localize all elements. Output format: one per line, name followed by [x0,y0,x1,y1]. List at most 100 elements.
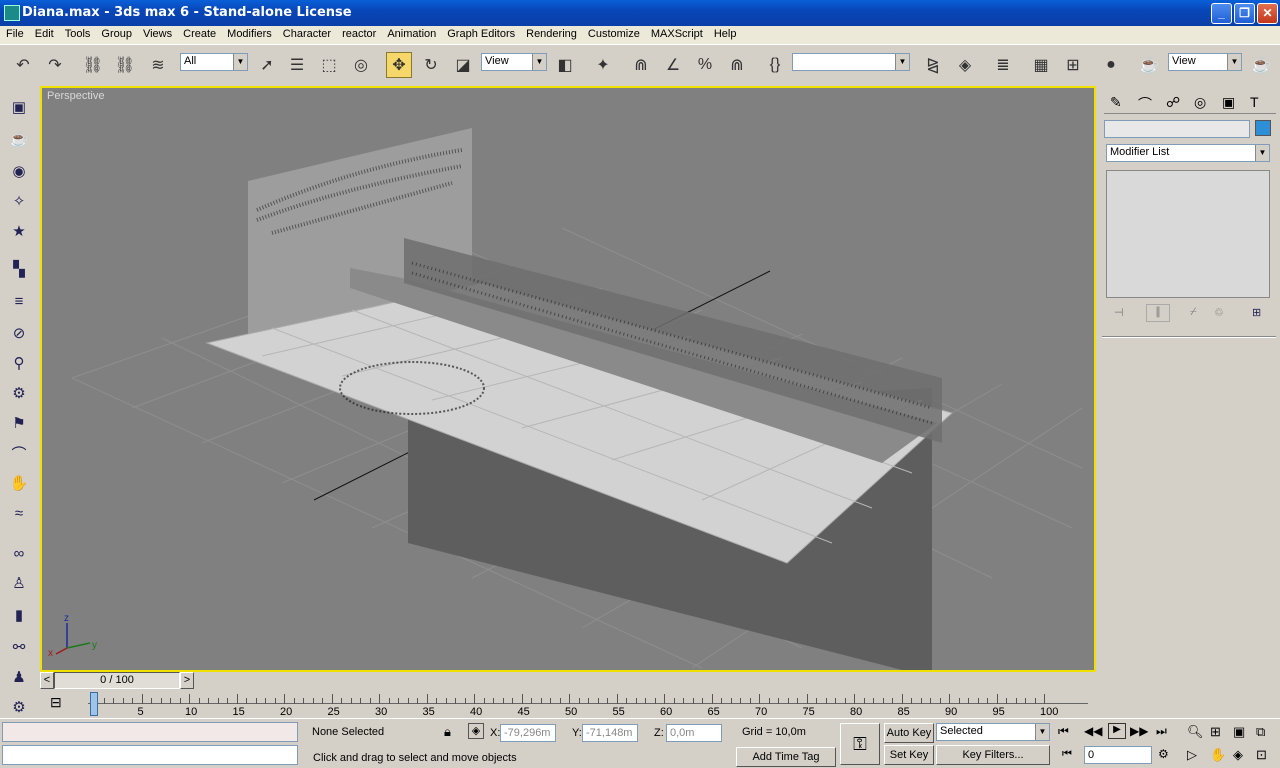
time-slider-thumb[interactable]: 0 / 100 [54,672,180,689]
gear-icon[interactable]: ⚙ [8,382,30,404]
spinner-snap-icon[interactable]: ⋒ [724,52,750,78]
play-icon[interactable]: ▶ [1108,723,1126,739]
y-coordinate-field[interactable]: -71,148m [582,724,638,742]
lock-selection-icon[interactable]: 🔒︎ [444,724,451,740]
stack-icon[interactable]: ≡ [8,290,30,312]
menu-graph-editors[interactable]: Graph Editors [441,26,520,40]
key-mode-dropdown[interactable]: Selected ▼ [936,723,1050,741]
rectangular-selection-icon[interactable]: ⬚ [316,52,342,78]
menu-help[interactable]: Help [708,26,742,40]
flag-icon[interactable]: ⚑ [8,412,30,434]
select-object-icon[interactable]: ➚ [254,52,280,78]
menu-reactor[interactable]: reactor [336,26,381,40]
wave-icon[interactable]: ≈ [8,502,30,524]
zoom-icon[interactable]: 🔍︎ [1187,724,1204,740]
add-time-tag-button[interactable]: Add Time Tag [736,747,836,767]
mirror-icon[interactable]: ⧎ [920,52,946,78]
reference-coordinate-dropdown[interactable]: View ▼ [481,53,547,71]
edit-named-selection-icon[interactable]: {} [762,52,788,78]
minimize-button[interactable]: _ [1211,3,1232,24]
pin-stack-icon[interactable]: ⊣ [1114,306,1124,319]
menu-views[interactable]: Views [137,26,177,40]
time-slider-next[interactable]: > [180,672,194,689]
time-configuration-icon[interactable]: ⚙ [1158,747,1169,761]
align-icon[interactable]: ◈ [952,52,978,78]
modifier-list-dropdown[interactable]: Modifier List ▼ [1106,144,1270,162]
configure-modifier-sets-icon[interactable]: ⊞ [1252,306,1261,319]
go-to-end-icon[interactable]: ⏭ [1156,724,1167,739]
auto-key-button[interactable]: Auto Key [884,723,934,743]
remove-modifier-icon[interactable]: ♲ [1214,306,1224,319]
selection-filter-dropdown[interactable]: All ▼ [180,53,248,71]
biped-icon[interactable]: ♙ [8,572,30,594]
z-coordinate-field[interactable]: 0,0m [666,724,722,742]
close-button[interactable]: ✕ [1257,3,1278,24]
bones-icon[interactable]: ⚯ [8,636,30,658]
sphere-icon[interactable]: ◉ [8,160,30,182]
key-mode-toggle-icon[interactable]: ⏮ [1062,748,1072,761]
absolute-mode-icon[interactable]: ◈ [468,723,484,739]
maxscript-listener-pink[interactable] [2,722,298,742]
arc-rotate-icon[interactable]: ◈ [1233,747,1243,763]
menu-customize[interactable]: Customize [582,26,645,40]
perspective-viewport[interactable]: Perspective z y x [40,86,1096,672]
select-and-move-icon[interactable]: ✥ [386,52,412,78]
menu-file[interactable]: File [0,26,29,40]
quick-render-icon[interactable]: ☕ [1248,52,1274,78]
menu-maxscript[interactable]: MAXScript [645,26,708,40]
zoom-all-icon[interactable]: ⊞ [1210,724,1221,740]
pivot-center-icon[interactable]: ◧ [552,52,578,78]
motion-tab-icon[interactable]: ◎ [1194,94,1206,111]
tube-icon[interactable]: ⊘ [8,322,30,344]
select-by-name-icon[interactable]: ☰ [284,52,310,78]
hierarchy-tab-icon[interactable]: ☍ [1166,94,1180,111]
menu-character[interactable]: Character [277,26,336,40]
current-frame-field[interactable]: 0 [1084,746,1152,764]
layer-manager-icon[interactable]: ≣ [990,52,1016,78]
create-tab-icon[interactable]: ✎ [1110,94,1122,111]
select-and-link-icon[interactable]: ⛓ [80,52,106,78]
probe-icon[interactable]: ⚲ [8,352,30,374]
schematic-view-icon[interactable]: ⊞ [1060,52,1086,78]
bind-to-space-warp-icon[interactable]: ≋ [145,52,171,78]
menu-animation[interactable]: Animation [381,26,441,40]
render-type-dropdown[interactable]: View ▼ [1168,53,1242,71]
light-icon[interactable]: ✧ [8,190,30,212]
curve-editor-icon[interactable]: ▦ [1028,52,1054,78]
make-unique-icon[interactable]: ⌿ [1190,306,1197,319]
trackbar[interactable]: ⊟ 05101520253035404550556065707580859095… [40,690,1096,718]
key-filters-button[interactable]: Key Filters... [936,745,1050,765]
menu-edit[interactable]: Edit [29,26,59,40]
teapot-icon[interactable]: ☕ [8,128,30,150]
zoom-extents-all-icon[interactable]: ⧉ [1256,724,1265,740]
object-name-field[interactable] [1104,120,1250,138]
curve-editor-open-icon[interactable]: ⊟ [50,694,62,711]
x-coordinate-field[interactable]: -79,296m [500,724,556,742]
display-tab-icon[interactable]: ▣ [1222,94,1235,111]
field-of-view-icon[interactable]: ▷ [1187,747,1197,763]
percent-snap-icon[interactable]: % [692,52,718,78]
maxscript-listener-white[interactable] [2,745,298,765]
named-selection-dropdown[interactable]: ▼ [792,53,910,71]
utilities-tab-icon[interactable]: T [1250,94,1259,110]
material-editor-icon[interactable]: ● [1098,52,1124,78]
zoom-extents-icon[interactable]: ▣ [1233,724,1245,740]
select-and-scale-icon[interactable]: ◪ [450,52,476,78]
star-icon[interactable]: ★ [8,220,30,242]
knot-icon[interactable]: ∞ [8,542,30,564]
menu-tools[interactable]: Tools [59,26,96,40]
manipulate-icon[interactable]: ✦ [590,52,616,78]
menu-create[interactable]: Create [177,26,221,40]
maximize-button[interactable]: ❐ [1234,3,1255,24]
modifier-stack[interactable] [1106,170,1270,298]
figure-icon[interactable]: ✋ [8,472,30,494]
maximize-viewport-icon[interactable]: ⊡ [1256,747,1267,763]
current-frame-marker[interactable] [90,692,98,716]
objects-icon[interactable]: ▣ [8,96,30,118]
pan-icon[interactable]: ✋ [1210,747,1226,763]
set-key-button[interactable]: Set Key [884,745,934,765]
next-frame-icon[interactable]: ▶▶ [1130,724,1148,738]
menu-modifiers[interactable]: Modifiers [221,26,277,40]
checker-icon[interactable]: ▚ [8,258,30,280]
person-icon[interactable]: ♟ [8,666,30,688]
